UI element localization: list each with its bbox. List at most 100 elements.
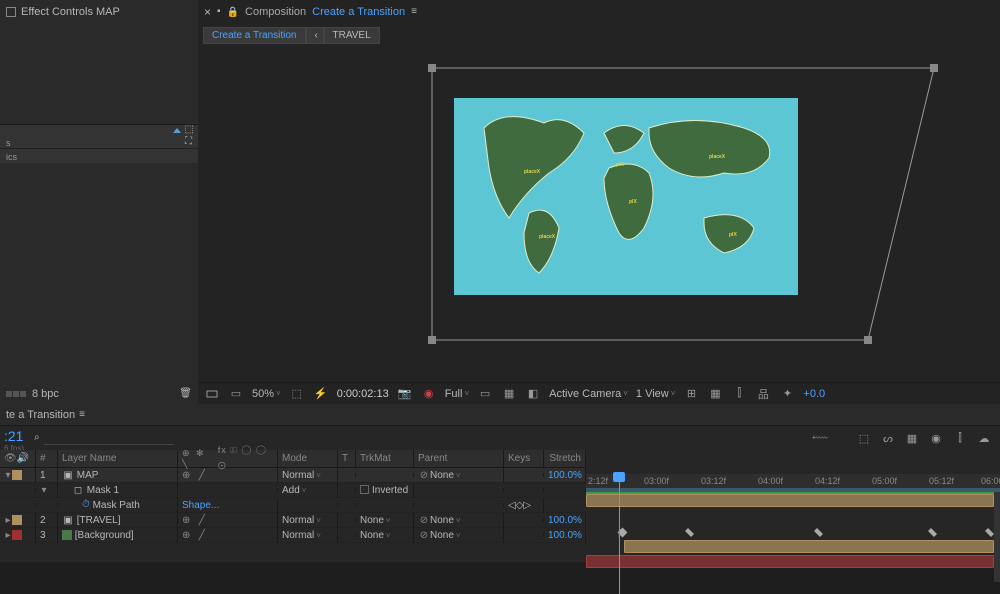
layer-row[interactable]: ▾ 1 ▣ MAP ⊕ ╱ Normal˅ ⊘None˅ 100.0% bbox=[0, 468, 586, 483]
timecode-display[interactable]: 0:00:02:13 bbox=[337, 388, 389, 400]
parent-dropdown[interactable]: None˅ bbox=[430, 515, 461, 526]
keyframe-ease-icon[interactable] bbox=[814, 528, 823, 537]
resolution-dropdown[interactable]: Full˅ bbox=[445, 388, 469, 400]
transform-handle[interactable] bbox=[428, 64, 436, 72]
label-color-chip[interactable] bbox=[12, 515, 22, 525]
layer-bar-map[interactable] bbox=[586, 494, 994, 507]
col-parent-header[interactable]: Parent bbox=[414, 450, 504, 467]
stopwatch-icon[interactable]: ⏱ bbox=[82, 500, 90, 510]
pickwhip-icon[interactable]: ⊘ bbox=[418, 530, 430, 541]
keyframe-navigator[interactable]: ◁◇▷ bbox=[504, 498, 544, 513]
layer-row[interactable]: ▸ 2 ▣ [TRAVEL] ⊕ ╱ Normal˅ None˅ ⊘None˅ … bbox=[0, 513, 586, 528]
keyframe-ease-icon[interactable] bbox=[928, 528, 937, 537]
brain-cache-icon[interactable]: ☁ bbox=[976, 430, 992, 446]
twirl-icon[interactable]: ▸ bbox=[4, 515, 12, 526]
resolution-down-icon[interactable]: ⬚ bbox=[289, 386, 305, 402]
magnification-icon[interactable]: ▭ bbox=[228, 386, 244, 402]
mask-name[interactable]: Mask 1 bbox=[87, 485, 119, 496]
exposure-value[interactable]: +0.0 bbox=[803, 388, 825, 400]
comp-mini-flowchart-icon[interactable]: ⬳ bbox=[812, 430, 828, 446]
stretch-value[interactable]: 100.0% bbox=[544, 528, 586, 543]
transform-handle[interactable] bbox=[864, 336, 872, 344]
layer-name[interactable]: [Background] bbox=[75, 530, 134, 541]
col-av-features[interactable]: 👁 🔊 bbox=[0, 450, 36, 467]
breadcrumb-item[interactable]: TRAVEL bbox=[324, 27, 380, 44]
timeline-tab[interactable]: te a Transition bbox=[6, 409, 75, 421]
timeline-icon[interactable]: ⫿ bbox=[731, 386, 747, 402]
playhead-handle-icon[interactable] bbox=[613, 472, 625, 482]
col-trkmat-header[interactable]: TrkMat bbox=[356, 450, 414, 467]
panel-menu-icon[interactable]: ≡ bbox=[79, 410, 85, 420]
parent-dropdown[interactable]: None˅ bbox=[430, 530, 461, 541]
flowchart-icon[interactable]: 品 bbox=[755, 386, 771, 402]
label-color-chip[interactable] bbox=[12, 530, 22, 540]
show-channel-icon[interactable]: ◉ bbox=[421, 386, 437, 402]
current-time-display[interactable]: :21 6 fps) bbox=[0, 426, 30, 450]
layer-bar-travel[interactable] bbox=[624, 540, 994, 553]
always-preview-icon[interactable] bbox=[204, 386, 220, 402]
breadcrumb-root[interactable]: Create a Transition bbox=[203, 27, 306, 44]
inverted-checkbox[interactable]: Inverted bbox=[360, 485, 408, 496]
vertical-scrollbar[interactable] bbox=[994, 492, 1000, 582]
exposure-reset-icon[interactable]: ✦ bbox=[779, 386, 795, 402]
col-switches-header[interactable]: ⊕ ✻ ╲ fx 🗉 ◯ ◯ ⊙ bbox=[178, 450, 278, 467]
zoom-dropdown[interactable]: 50%˅ bbox=[252, 388, 281, 400]
frame-blend-icon[interactable]: ▦ bbox=[904, 430, 920, 446]
close-icon[interactable]: × bbox=[204, 5, 211, 19]
col-number-header[interactable]: # bbox=[36, 450, 58, 467]
mask-visibility-icon[interactable]: ◧ bbox=[525, 386, 541, 402]
transform-handle[interactable] bbox=[930, 64, 938, 72]
lock-icon[interactable]: 🔒 bbox=[227, 7, 239, 18]
shape-value-link[interactable]: Shape... bbox=[178, 498, 278, 513]
effect-item[interactable]: ics bbox=[0, 149, 198, 163]
grid-guides-icon[interactable]: ▦ bbox=[501, 386, 517, 402]
motion-blur-icon[interactable]: ◉ bbox=[928, 430, 944, 446]
hide-shy-icon[interactable]: ᔕ bbox=[880, 430, 896, 446]
twirl-icon[interactable]: ▾ bbox=[40, 485, 48, 496]
pickwhip-icon[interactable]: ⊘ bbox=[418, 470, 430, 481]
col-stretch-header[interactable]: Stretch bbox=[544, 450, 586, 467]
col-t-header[interactable]: T bbox=[338, 450, 356, 467]
twirl-icon[interactable]: ▸ bbox=[4, 530, 12, 541]
time-ruler[interactable]: 2:12f 03:00f 03:12f 04:00f 04:12f 05:00f… bbox=[586, 474, 1000, 492]
search-input[interactable] bbox=[44, 432, 174, 445]
effect-item[interactable]: s ⛶ bbox=[0, 135, 198, 149]
panel-menu-icon[interactable]: ≡ bbox=[411, 7, 417, 17]
mode-dropdown[interactable]: Normal˅ bbox=[282, 470, 321, 481]
playhead[interactable] bbox=[619, 474, 620, 594]
composition-viewer[interactable]: placeX placeX plX plX placeX plX bbox=[198, 46, 1000, 382]
stretch-value[interactable]: 100.0% bbox=[544, 513, 586, 528]
col-layer-name-header[interactable]: Layer Name bbox=[58, 450, 178, 467]
twirl-icon[interactable]: ▾ bbox=[4, 470, 12, 481]
timeline-graph-area[interactable]: 2:12f 03:00f 03:12f 04:00f 04:12f 05:00f… bbox=[586, 474, 1000, 543]
col-mode-header[interactable]: Mode bbox=[278, 450, 338, 467]
trash-icon[interactable]: 🗑 bbox=[179, 389, 192, 399]
fx-menu-icon[interactable]: ⛶ bbox=[185, 137, 192, 147]
fast-preview-icon[interactable]: ⚡ bbox=[313, 386, 329, 402]
camera-dropdown[interactable]: Active Camera˅ bbox=[549, 388, 628, 400]
roi-icon[interactable]: ▭ bbox=[477, 386, 493, 402]
mode-dropdown[interactable]: Normal˅ bbox=[282, 515, 321, 526]
fast-previews-icon[interactable]: ▦ bbox=[707, 386, 723, 402]
panel-expand-icon[interactable] bbox=[173, 128, 181, 133]
mask-mode-dropdown[interactable]: Add˅ bbox=[282, 485, 306, 496]
transform-handle[interactable] bbox=[428, 336, 436, 344]
parent-dropdown[interactable]: None˅ bbox=[430, 470, 461, 481]
label-color-chip[interactable] bbox=[12, 470, 22, 480]
bpc-button[interactable]: 8 bpc bbox=[32, 388, 59, 400]
trkmat-dropdown[interactable]: None˅ bbox=[360, 515, 391, 526]
keyframe-ease-icon[interactable] bbox=[985, 528, 994, 537]
snapshot-icon[interactable]: 📷 bbox=[397, 386, 413, 402]
views-dropdown[interactable]: 1 View˅ bbox=[636, 388, 676, 400]
mask-row[interactable]: ▾ ◻ Mask 1 Add˅ Inverted bbox=[0, 483, 586, 498]
layer-name[interactable]: MAP bbox=[77, 470, 99, 481]
trkmat-dropdown[interactable]: None˅ bbox=[360, 530, 391, 541]
draft3d-icon[interactable]: ⬚ bbox=[856, 430, 872, 446]
property-row[interactable]: ⏱ Mask Path Shape... ◁◇▷ bbox=[0, 498, 586, 513]
layer-row[interactable]: ▸ 3 [Background] ⊕ ╱ Normal˅ None˅ ⊘None… bbox=[0, 528, 586, 543]
graph-editor-icon[interactable]: ⫿ bbox=[952, 430, 968, 446]
composition-name[interactable]: Create a Transition bbox=[312, 6, 405, 18]
keyframe-ease-icon[interactable] bbox=[685, 528, 694, 537]
stretch-value[interactable]: 100.0% bbox=[544, 468, 586, 483]
pickwhip-icon[interactable]: ⊘ bbox=[418, 515, 430, 526]
